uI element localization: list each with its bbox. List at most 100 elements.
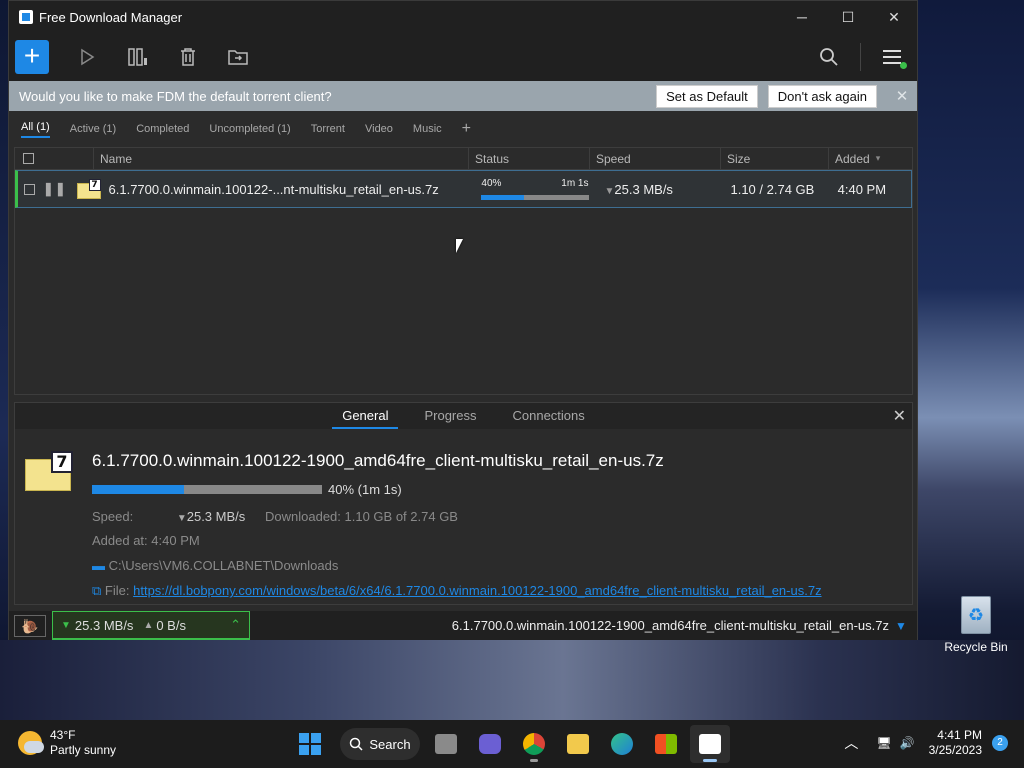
filter-torrent[interactable]: Torrent (311, 123, 345, 135)
folder-move-icon (228, 50, 248, 65)
tab-progress[interactable]: Progress (414, 403, 486, 429)
search-icon (820, 48, 838, 66)
column-size[interactable]: Size (721, 148, 829, 169)
weather-widget[interactable]: 43°F Partly sunny (18, 728, 116, 758)
file-url-link[interactable]: https://dl.bobpony.com/windows/beta/6/x6… (133, 583, 821, 598)
recycle-bin-icon: ♻ (961, 596, 991, 634)
archive-file-icon: 7 (76, 179, 101, 199)
edge-icon (611, 733, 633, 755)
row-pause-icon[interactable]: ❚❚ (43, 181, 67, 197)
tab-general[interactable]: General (332, 403, 399, 429)
chevron-down-icon[interactable]: ▼ (895, 619, 917, 633)
mouse-cursor (456, 239, 463, 253)
clock[interactable]: 4:41 PM 3/25/2023 (929, 728, 982, 758)
list-header: Name Status Speed Size Added ▾ (15, 148, 912, 170)
taskbar: 43°F Partly sunny Search ︿ 🖥 🔊 4:41 PM 3… (0, 720, 1024, 768)
task-view-button[interactable] (426, 725, 466, 763)
pause-button[interactable] (113, 37, 163, 77)
column-name[interactable]: Name (94, 148, 469, 169)
maximize-button[interactable]: ☐ (825, 1, 871, 33)
filter-completed[interactable]: Completed (136, 123, 189, 135)
column-added[interactable]: Added ▾ (829, 148, 909, 169)
download-arrow-icon: ▼ (176, 513, 187, 524)
status-current-file: 6.1.7700.0.winmain.100122-1900_amd64fre_… (451, 618, 889, 633)
dont-ask-again-button[interactable]: Don't ask again (767, 84, 877, 108)
file-explorer-button[interactable] (558, 725, 598, 763)
added-value: 4:40 PM (151, 533, 200, 548)
start-button-taskbar[interactable] (290, 725, 330, 763)
details-filename: 6.1.7700.0.winmain.100122-1900_amd64fre_… (92, 451, 664, 470)
default-client-banner: Would you like to make FDM the default t… (9, 81, 917, 111)
filter-active[interactable]: Active (1) (70, 123, 116, 135)
speed-label: Speed: (92, 509, 134, 524)
folder-path: C:\Users\VM6.COLLABNET\Downloads (108, 558, 339, 573)
column-status[interactable]: Status (469, 148, 590, 169)
snail-mode-icon[interactable]: 🐌 (14, 614, 46, 637)
row-progress-fill (481, 195, 525, 200)
volume-icon[interactable]: 🔊 (900, 736, 915, 750)
details-folder[interactable]: ▬ C:\Users\VM6.COLLABNET\Downloads (92, 558, 338, 573)
row-speed: ▼25.3 MB/s (595, 182, 725, 197)
table-row[interactable]: ❚❚ 7 6.1.7700.0.winmain.100122-...nt-mul… (15, 170, 912, 208)
play-icon (81, 48, 95, 66)
weather-condition: Partly sunny (50, 743, 117, 757)
file-label: File: (104, 583, 130, 598)
details-file-link: ⧉ File: https://dl.bobpony.com/windows/b… (92, 583, 822, 599)
filter-video[interactable]: Video (365, 123, 393, 135)
close-details-icon[interactable]: ✕ (893, 406, 906, 426)
row-status: 40% 1m 1s (475, 178, 594, 200)
network-icon[interactable]: 🖥 (876, 736, 891, 750)
filter-all[interactable]: All (1) (21, 121, 50, 138)
edge-button[interactable] (602, 725, 642, 763)
details-tabs: General Progress Connections ✕ (15, 403, 912, 429)
store-button[interactable] (646, 725, 686, 763)
select-all-checkbox[interactable] (23, 153, 34, 164)
menu-button[interactable] (867, 37, 917, 77)
download-arrow-icon: ▼ (604, 185, 615, 197)
added-label: Added at: (92, 533, 148, 548)
delete-button[interactable] (163, 37, 213, 77)
filter-uncompleted[interactable]: Uncompleted (1) (209, 123, 290, 135)
teams-chat-button[interactable] (470, 725, 510, 763)
notification-badge[interactable]: 2 (992, 735, 1008, 751)
file-explorer-icon (567, 734, 589, 754)
desktop-wallpaper-bottom (0, 640, 1024, 720)
add-filter-icon[interactable]: + (462, 120, 471, 138)
chrome-button[interactable] (514, 725, 554, 763)
details-speed: Speed: ▼25.3 MB/s (92, 509, 245, 524)
taskbar-search[interactable]: Search (340, 728, 420, 760)
row-filename: 6.1.7700.0.winmain.100122-...nt-multisku… (108, 181, 439, 197)
column-speed[interactable]: Speed (590, 148, 721, 169)
minimize-button[interactable]: ─ (779, 1, 825, 33)
row-progress-bar (481, 195, 589, 200)
status-bar: 🐌 ▼ 25.3 MB/s ▲ 0 B/s ⌃ 6.1.7700.0.winma… (9, 611, 917, 640)
recycle-bin-desktop-icon[interactable]: ♻ Recycle Bin (944, 596, 1008, 654)
start-button[interactable] (63, 37, 113, 77)
date: 3/25/2023 (928, 743, 982, 757)
fdm-taskbar-button[interactable] (690, 725, 730, 763)
details-downloaded: Downloaded: 1.10 GB of 2.74 GB (265, 509, 458, 524)
download-arrow-icon: ▼ (61, 619, 71, 631)
filter-music[interactable]: Music (413, 123, 442, 135)
task-view-icon (435, 734, 457, 754)
search-button[interactable] (804, 37, 854, 77)
chevron-up-icon: ⌃ (230, 617, 241, 632)
chevron-up-icon[interactable]: ︿ (844, 733, 858, 753)
filter-tabs: All (1) Active (1) Completed Uncompleted… (9, 111, 917, 147)
row-checkbox[interactable] (24, 183, 35, 195)
close-button[interactable]: ✕ (871, 1, 917, 33)
details-progress-text: 40% (1m 1s) (328, 482, 402, 497)
move-to-folder-button[interactable] (213, 37, 263, 77)
banner-close-icon[interactable]: ✕ (887, 87, 917, 105)
set-default-button[interactable]: Set as Default (656, 84, 758, 108)
system-tray: ︿ 🖥 🔊 4:41 PM 3/25/2023 2 (844, 728, 1008, 758)
row-size: 1.10 / 2.74 GB (730, 181, 815, 197)
tab-connections[interactable]: Connections (503, 403, 595, 429)
folder-icon: ▬ (92, 558, 105, 573)
add-download-button[interactable]: + (15, 40, 49, 74)
fdm-app-icon (699, 734, 721, 754)
chat-icon (479, 734, 501, 754)
title-bar[interactable]: Free Download Manager ─ ☐ ✕ (9, 1, 917, 33)
taskbar-apps: Search (290, 725, 734, 763)
traffic-limit-toggle[interactable]: ▼ 25.3 MB/s ▲ 0 B/s ⌃ (52, 611, 250, 640)
